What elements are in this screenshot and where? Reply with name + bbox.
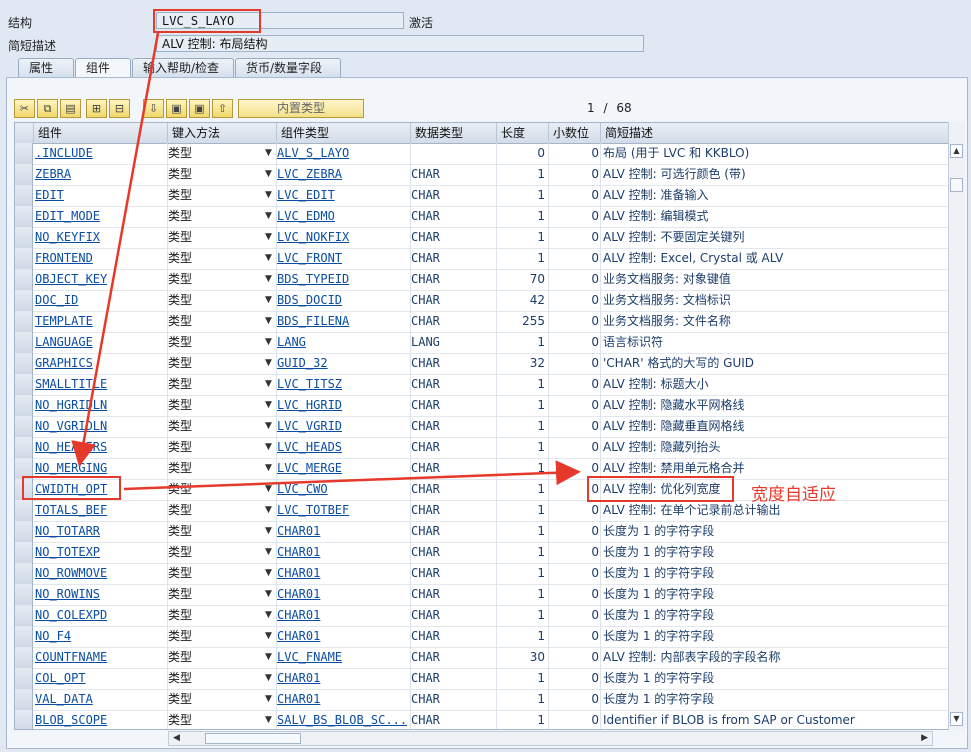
arrow-to-description — [123, 460, 581, 491]
arrow-to-component — [71, 32, 160, 467]
annotation-arrows — [71, 32, 581, 491]
annotation-label: 宽度自适应 — [751, 485, 836, 505]
